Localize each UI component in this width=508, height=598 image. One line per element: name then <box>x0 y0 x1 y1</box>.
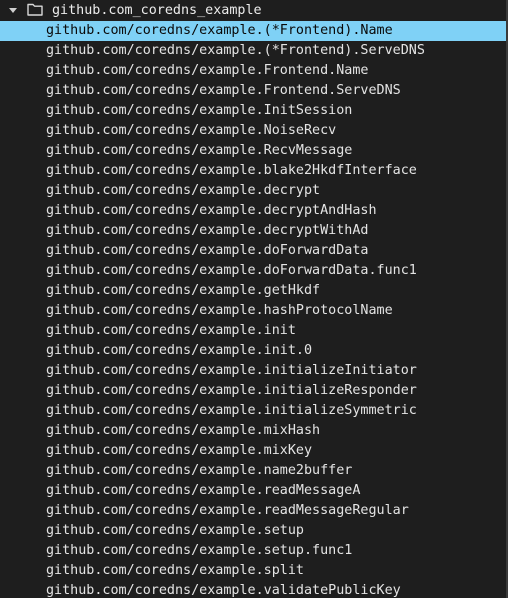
tree-item[interactable]: github.com/coredns/example.NoiseRecv <box>0 121 506 141</box>
tree-item[interactable]: github.com/coredns/example.init <box>0 321 506 341</box>
tree-item[interactable]: github.com/coredns/example.split <box>0 561 506 581</box>
tree-item[interactable]: github.com/coredns/example.initializeRes… <box>0 381 506 401</box>
tree-item[interactable]: github.com/coredns/example.blake2HkdfInt… <box>0 161 506 181</box>
tree-item[interactable]: github.com/coredns/example.initializeIni… <box>0 361 506 381</box>
tree-item[interactable]: github.com/coredns/example.setup.func1 <box>0 541 506 561</box>
tree-folder-row[interactable]: github.com_coredns_example <box>0 0 506 20</box>
tree-item[interactable]: github.com/coredns/example.(*Frontend).N… <box>0 21 506 41</box>
tree-item[interactable]: github.com/coredns/example.setup <box>0 521 506 541</box>
tree-item[interactable]: github.com/coredns/example.RecvMessage <box>0 141 506 161</box>
tree-item[interactable]: github.com/coredns/example.mixHash <box>0 421 506 441</box>
folder-label: github.com_coredns_example <box>52 3 262 18</box>
tree-item[interactable]: github.com/coredns/example.name2buffer <box>0 461 506 481</box>
tree-item[interactable]: github.com/coredns/example.Frontend.Serv… <box>0 81 506 101</box>
tree-item[interactable]: github.com/coredns/example.decrypt <box>0 181 506 201</box>
tree-item[interactable]: github.com/coredns/example.initializeSym… <box>0 401 506 421</box>
tree-item[interactable]: github.com/coredns/example.decryptWithAd <box>0 221 506 241</box>
tree-item[interactable]: github.com/coredns/example.doForwardData <box>0 241 506 261</box>
tree-item[interactable]: github.com/coredns/example.mixKey <box>0 441 506 461</box>
tree-item[interactable]: github.com/coredns/example.InitSession <box>0 101 506 121</box>
tree-item[interactable]: github.com/coredns/example.hashProtocolN… <box>0 301 506 321</box>
tree-item[interactable]: github.com/coredns/example.readMessageRe… <box>0 501 506 521</box>
symbol-list: github.com/coredns/example.(*Frontend).N… <box>0 21 506 598</box>
caret-down-icon[interactable] <box>9 8 17 13</box>
tree-item[interactable]: github.com/coredns/example.validatePubli… <box>0 581 506 598</box>
tree-item[interactable]: github.com/coredns/example.Frontend.Name <box>0 61 506 81</box>
tree-item[interactable]: github.com/coredns/example.decryptAndHas… <box>0 201 506 221</box>
tree-item[interactable]: github.com/coredns/example.doForwardData… <box>0 261 506 281</box>
tree-item[interactable]: github.com/coredns/example.init.0 <box>0 341 506 361</box>
tree-item[interactable]: github.com/coredns/example.(*Frontend).S… <box>0 41 506 61</box>
folder-outline-icon <box>27 3 43 16</box>
symbol-tree: github.com_coredns_example github.com/co… <box>0 0 508 598</box>
tree-item[interactable]: github.com/coredns/example.getHkdf <box>0 281 506 301</box>
tree-item[interactable]: github.com/coredns/example.readMessageA <box>0 481 506 501</box>
